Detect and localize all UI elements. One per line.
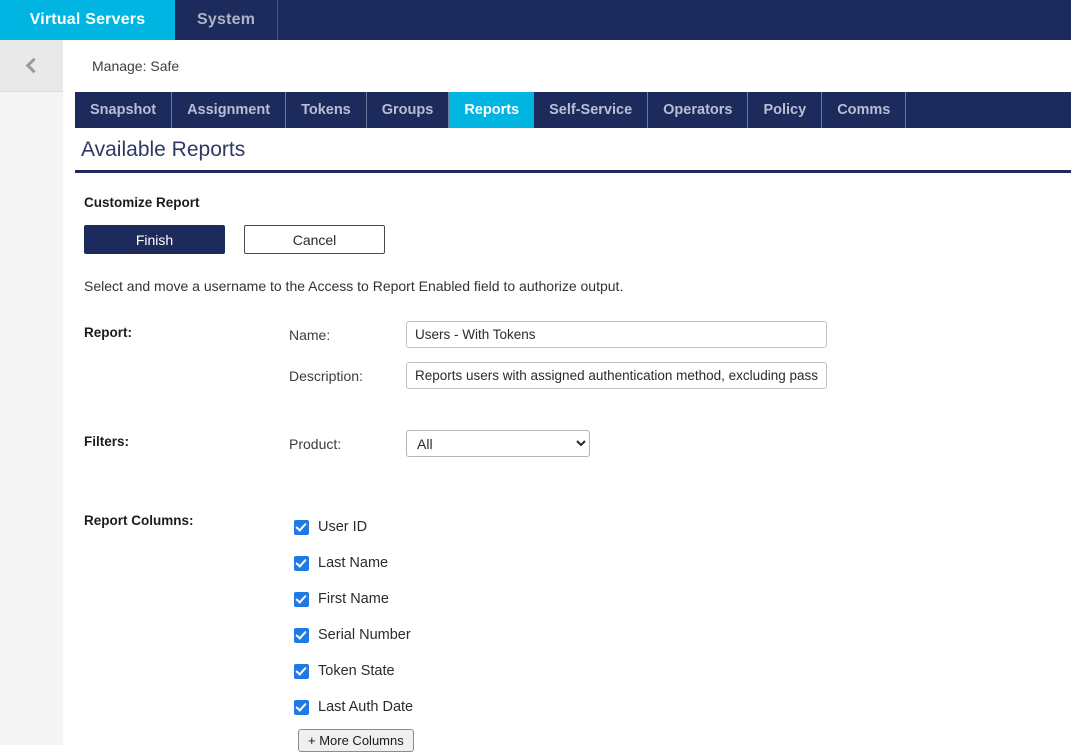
section-heading: Customize Report: [84, 195, 1071, 210]
checkbox-token-state[interactable]: [294, 664, 309, 679]
tab-snapshot[interactable]: Snapshot: [75, 92, 172, 128]
tab-tokens[interactable]: Tokens: [286, 92, 367, 128]
cancel-button[interactable]: Cancel: [244, 225, 385, 254]
customize-report-form: Customize Report Finish Cancel Select an…: [63, 173, 1071, 752]
column-checkbox-row[interactable]: Last Name: [294, 545, 414, 581]
form-hint-text: Select and move a username to the Access…: [84, 278, 1071, 294]
tab-label: Tokens: [301, 102, 351, 118]
topbar-filler: [278, 0, 1071, 40]
column-checkbox-row[interactable]: First Name: [294, 581, 414, 617]
page-title: Available Reports: [75, 128, 1071, 173]
more-columns-button[interactable]: + More Columns: [298, 729, 414, 752]
column-label: Last Name: [318, 555, 388, 571]
tab-label: Operators: [663, 102, 732, 118]
section-tab-strip: Snapshot Assignment Tokens Groups Report…: [75, 92, 1071, 128]
report-name-row: Name:: [289, 321, 1071, 348]
tab-comms[interactable]: Comms: [822, 92, 906, 128]
finish-button[interactable]: Finish: [84, 225, 225, 254]
tab-reports[interactable]: Reports: [449, 92, 534, 128]
tab-groups[interactable]: Groups: [367, 92, 450, 128]
product-filter-row: Product: All: [289, 430, 1071, 457]
report-name-label: Name:: [289, 327, 406, 343]
tab-label: Snapshot: [90, 102, 156, 118]
report-description-label: Description:: [289, 368, 406, 384]
chevron-left-icon: [26, 58, 42, 74]
checkbox-last-auth-date[interactable]: [294, 700, 309, 715]
report-columns-list: User ID Last Name First Name Serial Numb…: [294, 509, 414, 752]
tab-label: Groups: [382, 102, 434, 118]
report-columns-group: Report Columns: User ID Last Name First …: [84, 509, 1071, 752]
checkbox-serial-number[interactable]: [294, 628, 309, 643]
main-content: Manage: Safe Snapshot Assignment Tokens …: [63, 40, 1071, 745]
report-name-input[interactable]: [406, 321, 827, 348]
report-group-label: Report:: [84, 321, 289, 403]
tab-label: Comms: [837, 102, 890, 118]
topbar-tab-virtual-servers[interactable]: Virtual Servers: [0, 0, 175, 40]
breadcrumb: Manage: Safe: [63, 40, 1071, 92]
tab-self-service[interactable]: Self-Service: [534, 92, 648, 128]
breadcrumb-text: Manage: Safe: [92, 58, 179, 74]
topbar-tab-label: System: [197, 11, 255, 29]
report-columns-group-label: Report Columns:: [84, 509, 289, 752]
tab-assignment[interactable]: Assignment: [172, 92, 286, 128]
filters-field-group: Filters: Product: All: [84, 430, 1071, 471]
column-checkbox-row[interactable]: Last Auth Date: [294, 689, 414, 725]
topbar-tab-system[interactable]: System: [175, 0, 278, 40]
tabstrip-filler: [906, 92, 1071, 128]
tab-label: Policy: [763, 102, 806, 118]
tab-policy[interactable]: Policy: [748, 92, 822, 128]
product-filter-select[interactable]: All: [406, 430, 590, 457]
tab-operators[interactable]: Operators: [648, 92, 748, 128]
checkbox-last-name[interactable]: [294, 556, 309, 571]
column-checkbox-row[interactable]: Token State: [294, 653, 414, 689]
checkbox-first-name[interactable]: [294, 592, 309, 607]
column-label: Serial Number: [318, 627, 411, 643]
form-action-buttons: Finish Cancel: [84, 225, 1071, 254]
column-checkbox-row[interactable]: Serial Number: [294, 617, 414, 653]
topbar-tab-label: Virtual Servers: [30, 11, 146, 29]
column-label: Token State: [318, 663, 395, 679]
tab-label: Assignment: [187, 102, 270, 118]
sidebar-collapse-button[interactable]: [0, 40, 63, 92]
left-sidebar: [0, 40, 63, 745]
product-filter-label: Product:: [289, 436, 406, 452]
tab-label: Reports: [464, 102, 519, 118]
report-field-group: Report: Name: Description:: [84, 321, 1071, 403]
tab-label: Self-Service: [549, 102, 632, 118]
column-label: Last Auth Date: [318, 699, 413, 715]
column-label: User ID: [318, 519, 367, 535]
filters-group-label: Filters:: [84, 430, 289, 471]
column-label: First Name: [318, 591, 389, 607]
checkbox-user-id[interactable]: [294, 520, 309, 535]
report-description-input[interactable]: [406, 362, 827, 389]
top-navigation-bar: Virtual Servers System: [0, 0, 1071, 40]
report-description-row: Description:: [289, 362, 1071, 389]
column-checkbox-row[interactable]: User ID: [294, 509, 414, 545]
